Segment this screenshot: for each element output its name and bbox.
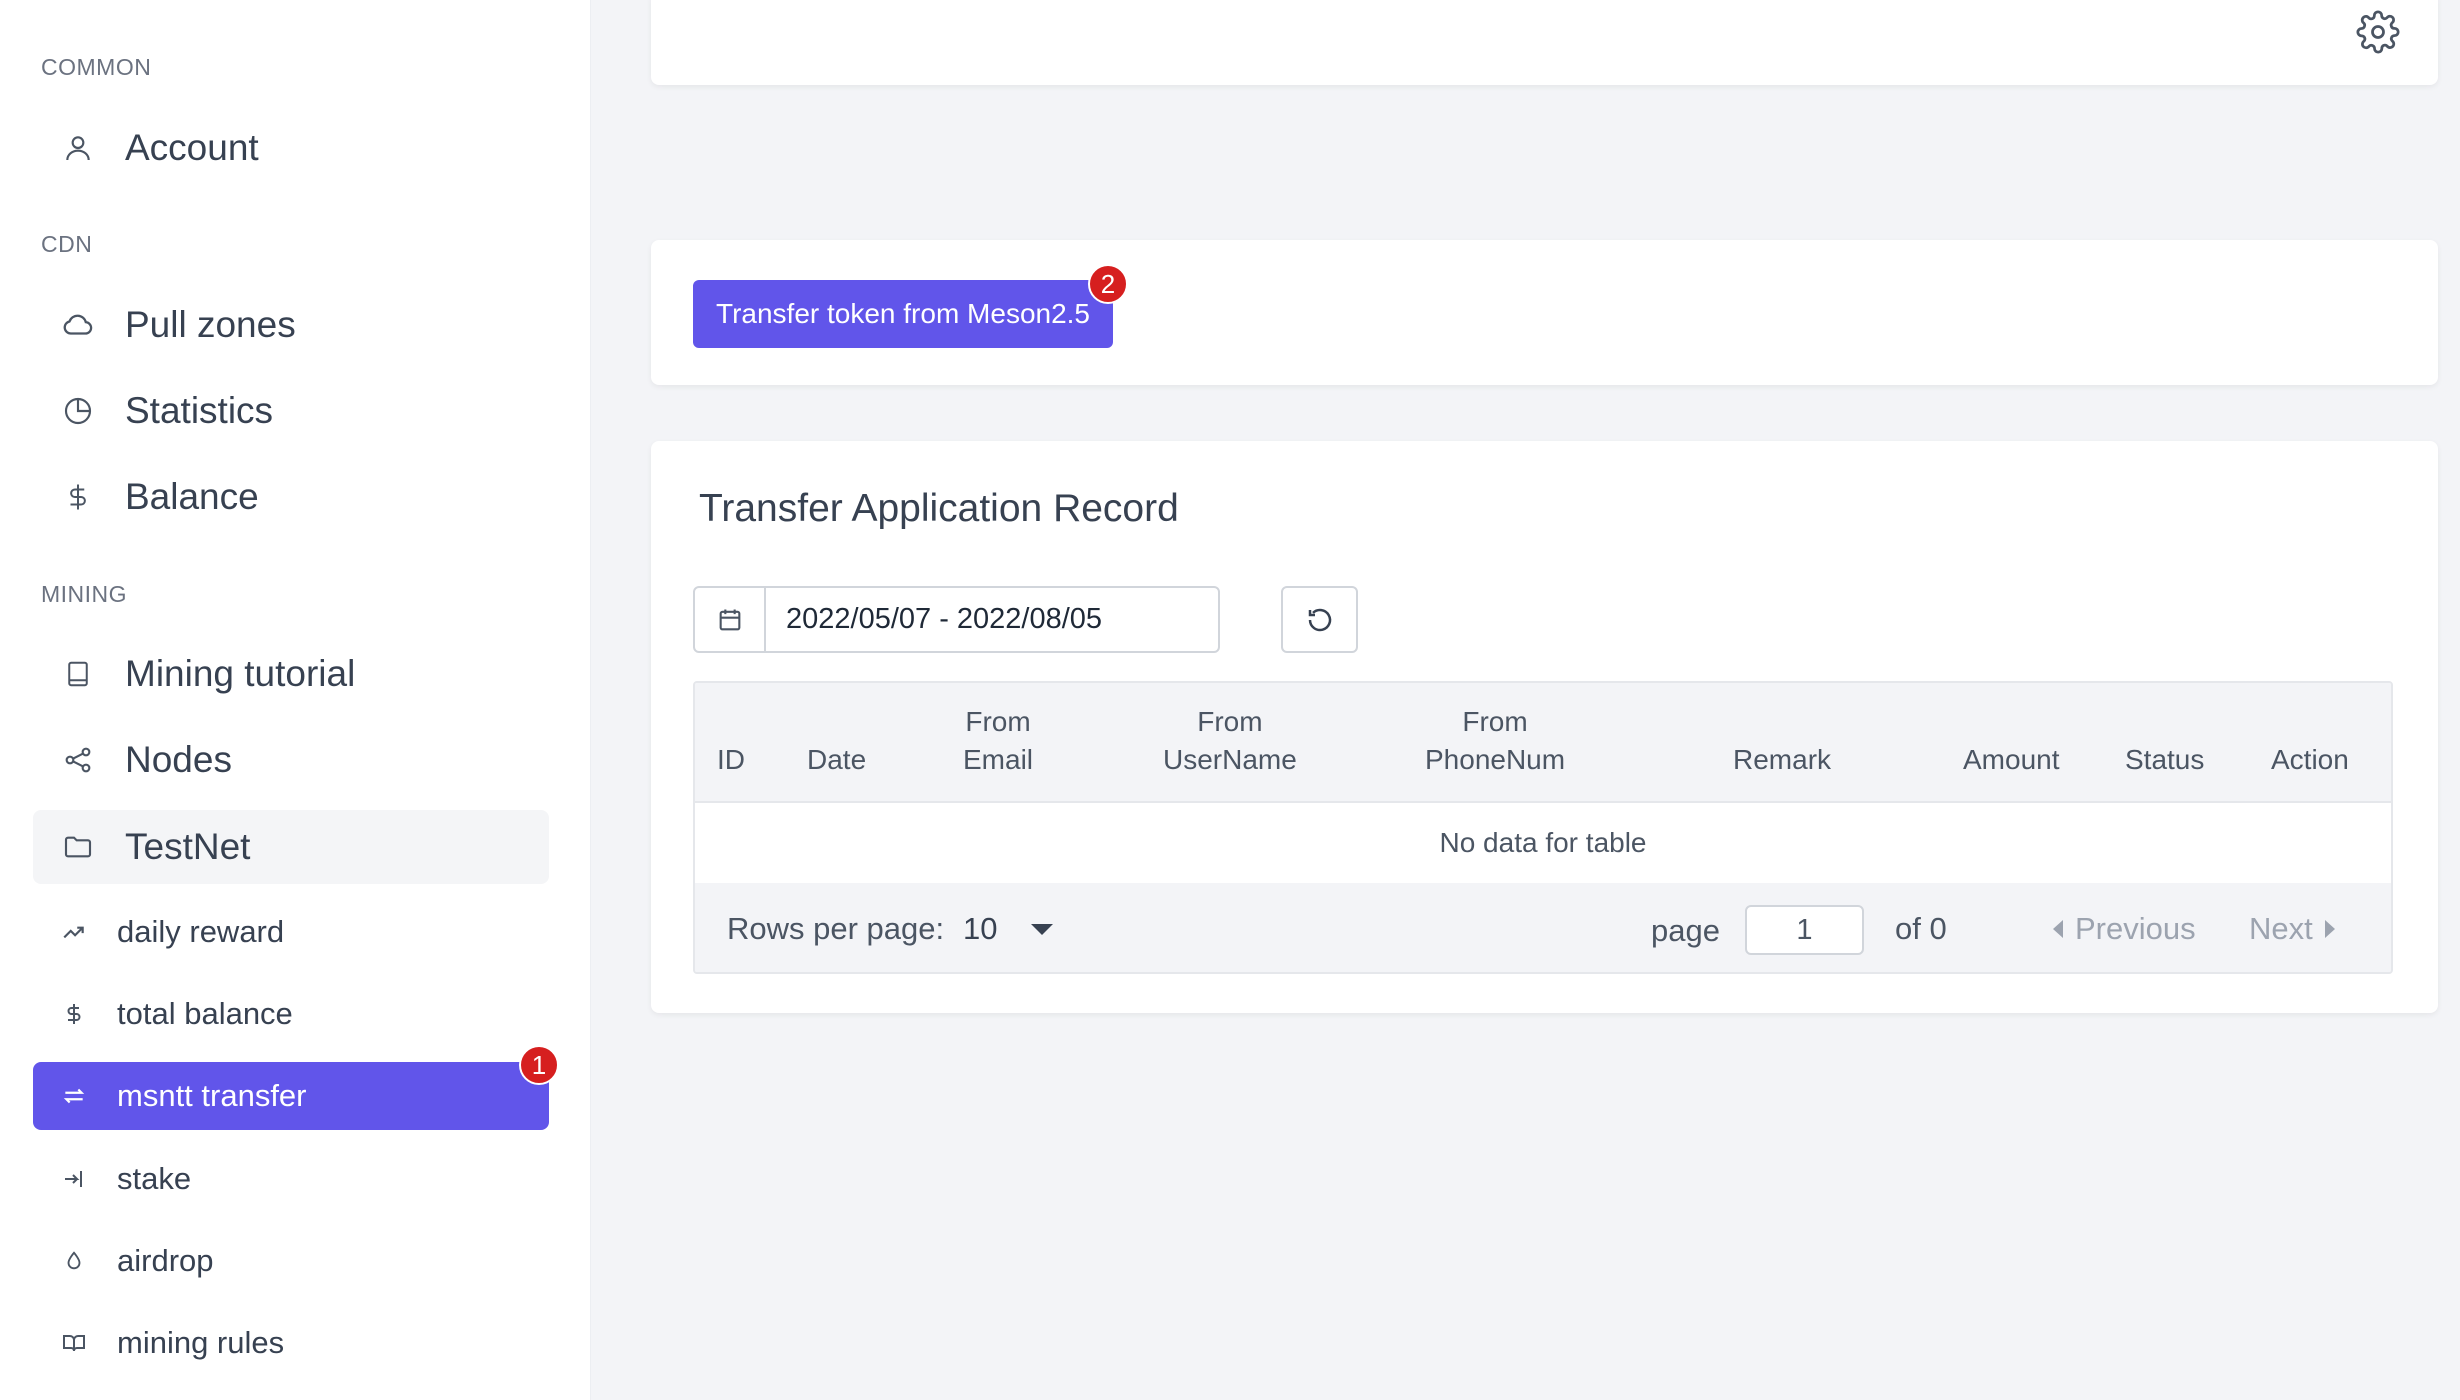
folder-icon [60, 829, 96, 865]
header-bar [651, 0, 2438, 85]
sidebar-item-label: msntt transfer [117, 1078, 307, 1113]
transfer-arrows-icon [60, 1082, 88, 1110]
page-title: Transfer Application Record [699, 487, 1179, 530]
empty-table-message: No data for table [695, 803, 2391, 883]
refresh-icon[interactable] [1281, 586, 1358, 653]
sidebar-item-balance[interactable]: Balance [33, 460, 549, 534]
sidebar-item-label: Account [125, 127, 259, 168]
sidebar-item-total-balance[interactable]: total balance [33, 980, 549, 1048]
sidebar-item-msntt-transfer[interactable]: msntt transfer [33, 1062, 549, 1130]
table-header: ID Date From Email From UserName From Phone… [695, 683, 2391, 803]
sidebar-item-label: Pull zones [125, 304, 296, 345]
book-icon [60, 656, 96, 692]
dollar-icon [60, 1000, 88, 1028]
sidebar-item-stake[interactable]: stake [33, 1145, 549, 1213]
column-header-action: Action [2271, 744, 2349, 775]
sign-in-icon [60, 1165, 88, 1193]
transfer-token-button[interactable]: Transfer token from Meson2.5 [693, 280, 1114, 348]
trending-up-icon [60, 918, 88, 946]
column-header-id: ID [717, 744, 745, 775]
cloud-icon [60, 307, 96, 343]
sidebar-item-label: Nodes [125, 739, 232, 780]
transfer-card: Transfer token from Meson2.5 2 [651, 240, 2438, 385]
page-number-input[interactable] [1745, 905, 1864, 955]
open-book-icon [60, 1329, 88, 1357]
sidebar-item-nodes[interactable]: Nodes [33, 723, 549, 797]
transfer-record-table: ID Date From Email From UserName From Phone… [693, 681, 2393, 974]
page-label: page [1651, 913, 1720, 948]
rows-per-page-select[interactable]: 10 [963, 907, 1073, 951]
section-label-common: COMMON [41, 54, 152, 80]
share-nodes-icon [60, 742, 96, 778]
next-label: Next [2249, 911, 2313, 946]
sidebar-item-daily-reward[interactable]: daily reward [33, 898, 549, 966]
sidebar-item-mining-rules[interactable]: mining rules [33, 1309, 549, 1377]
date-range-picker[interactable] [693, 586, 1220, 653]
calendar-icon[interactable] [695, 588, 766, 651]
user-icon [60, 130, 96, 166]
sidebar-item-testnet[interactable]: TestNet [33, 810, 549, 884]
sidebar-item-pull-zones[interactable]: Pull zones [33, 288, 549, 362]
gear-icon[interactable] [2354, 8, 2402, 56]
page-total: of 0 [1895, 911, 1947, 946]
sidebar-item-label: airdrop [117, 1243, 214, 1278]
annotation-badge-2: 2 [1088, 264, 1128, 304]
column-header-date: Date [807, 744, 867, 775]
caret-right-icon [2324, 920, 2335, 938]
previous-page-button[interactable]: Previous [2053, 911, 2196, 947]
droplet-icon [60, 1247, 88, 1275]
next-page-button[interactable]: Next [2249, 911, 2335, 947]
sidebar-item-label: stake [117, 1161, 192, 1196]
annotation-badge-1: 1 [519, 1045, 559, 1085]
column-header-status: Status [2125, 744, 2205, 775]
sidebar-item-label: Statistics [125, 390, 274, 431]
caret-left-icon [2053, 920, 2063, 938]
section-label-mining: MINING [41, 581, 128, 607]
column-header-from-phonenum: From PhoneNum [1425, 706, 1566, 775]
pagination-bar: Rows per page: 10 page of 0 Previous Nex… [695, 883, 2391, 972]
sidebar-item-label: mining rules [117, 1325, 285, 1360]
previous-label: Previous [2075, 911, 2196, 946]
record-card: Transfer Application Record ID Date From… [651, 441, 2438, 1013]
sidebar-item-statistics[interactable]: Statistics [33, 374, 549, 448]
column-header-from-username: From UserName [1163, 706, 1297, 775]
pie-chart-icon [60, 393, 96, 429]
dollar-icon [60, 479, 96, 515]
rows-per-page-label: Rows per page: [727, 911, 945, 946]
sidebar-item-airdrop[interactable]: airdrop [33, 1227, 549, 1295]
column-header-amount: Amount [1963, 744, 2060, 775]
section-label-cdn: CDN [41, 231, 93, 257]
sidebar-item-account[interactable]: Account [33, 111, 549, 185]
chevron-down-icon [1031, 923, 1054, 935]
sidebar-item-label: Balance [125, 476, 259, 517]
sidebar-item-label: TestNet [125, 826, 251, 867]
sidebar-item-mining-tutorial[interactable]: Mining tutorial [33, 637, 549, 711]
sidebar: COMMON Account CDN Pull zones Statistics… [0, 0, 591, 1400]
column-header-remark: Remark [1733, 744, 1832, 775]
date-range-input[interactable] [766, 588, 1218, 651]
sidebar-item-label: Mining tutorial [125, 653, 356, 694]
sidebar-item-label: daily reward [117, 914, 285, 949]
column-header-from-email: From Email [963, 706, 1034, 775]
sidebar-item-label: total balance [117, 996, 293, 1031]
rows-per-page-value: 10 [963, 911, 998, 946]
